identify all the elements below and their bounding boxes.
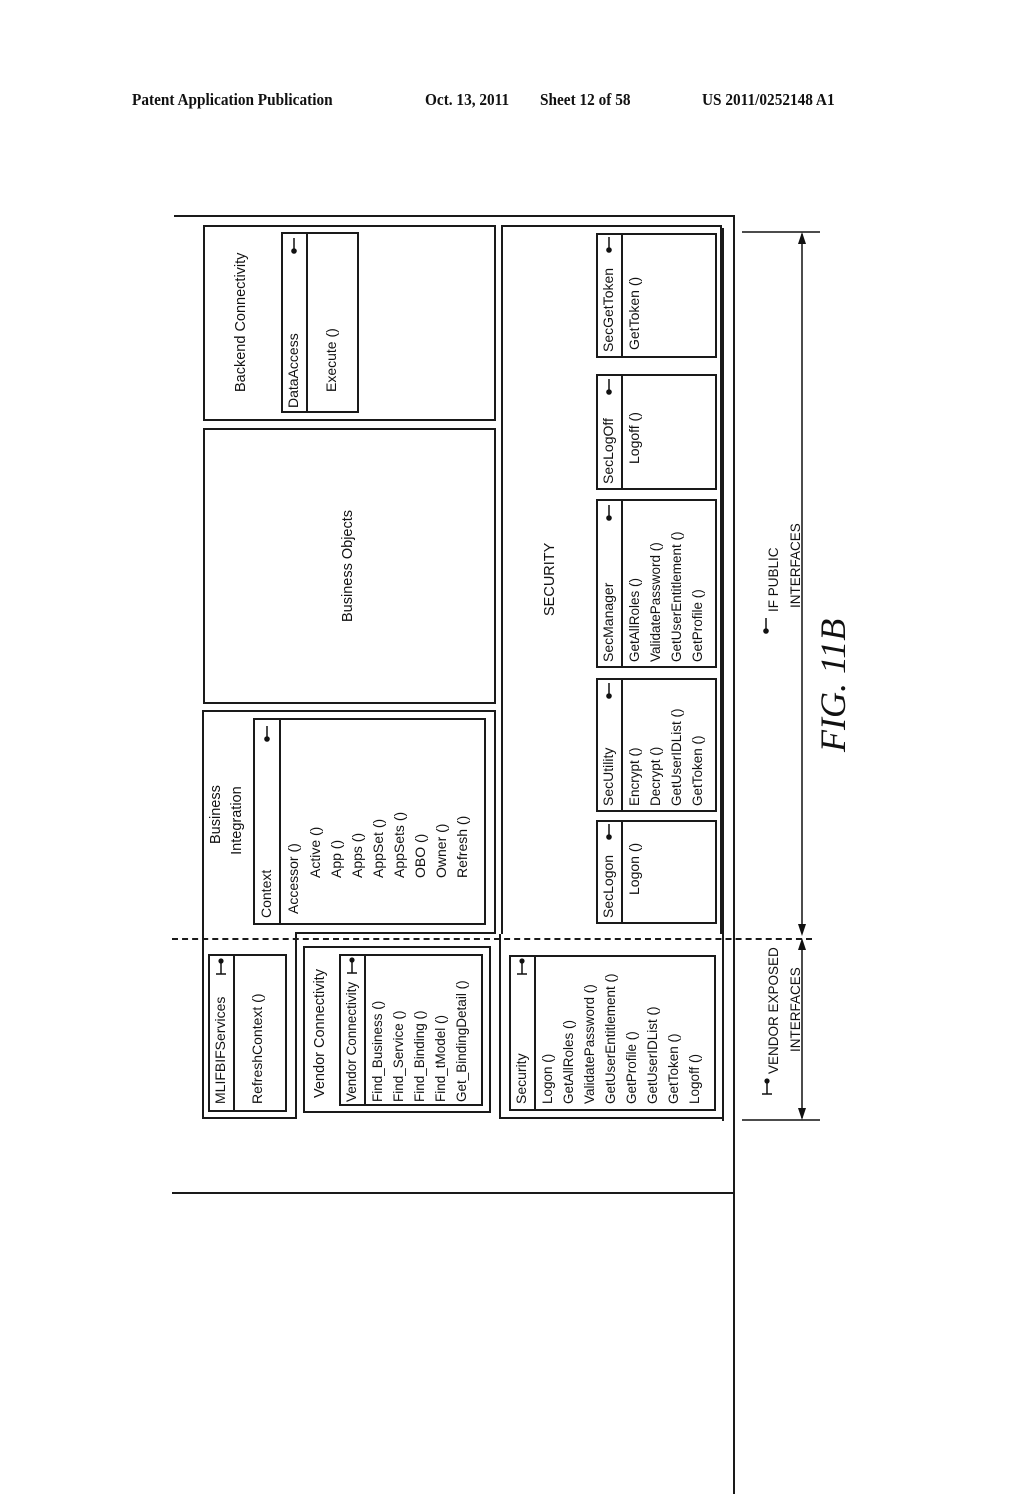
method-get-user-id-list-v: GetUserIDList () bbox=[645, 1006, 660, 1104]
method-logoff: Logoff () bbox=[626, 412, 642, 464]
method-find-business: Find_Business () bbox=[370, 1000, 385, 1102]
public-interface-icon bbox=[606, 683, 612, 699]
method-refresh: Refresh () bbox=[454, 815, 470, 878]
publication-label: Patent Application Publication bbox=[132, 90, 333, 109]
public-interface-icon bbox=[606, 237, 612, 253]
method-get-user-entitlement-v: GetUserEntitlement () bbox=[603, 973, 618, 1104]
public-interface-icon bbox=[264, 726, 270, 742]
method-appsets: AppSets () bbox=[391, 811, 407, 878]
vendor-interface-icon bbox=[216, 958, 226, 975]
figure-label: FIG. 11B bbox=[813, 618, 853, 752]
public-interface-legend-icon bbox=[763, 618, 769, 634]
class-name-sec-logon: SecLogon bbox=[600, 854, 616, 918]
public-interface-icon bbox=[606, 379, 612, 395]
method-appset: AppSet () bbox=[370, 818, 386, 878]
class-name-vendor-connectivity: Vendor Connectivity bbox=[344, 981, 359, 1102]
method-logoff-v: Logoff () bbox=[687, 1053, 702, 1104]
business-objects-title: Business Objects bbox=[340, 509, 356, 622]
patent-number: US 2011/0252148 A1 bbox=[702, 90, 835, 109]
class-name-mlifbif-services: MLIFBIFServices bbox=[212, 996, 228, 1104]
vendor-connectivity-title: Vendor Connectivity bbox=[312, 969, 328, 1098]
method-validate-password-v: ValidatePassword () bbox=[582, 984, 597, 1104]
public-interface-icon bbox=[606, 505, 612, 521]
class-name-sec-logoff: SecLogOff bbox=[600, 418, 616, 484]
public-interface-icon bbox=[291, 238, 297, 254]
arrow-down-icon bbox=[798, 924, 806, 936]
method-apps: Apps () bbox=[349, 832, 365, 878]
method-get-all-roles-v: GetAllRoles () bbox=[561, 1019, 576, 1104]
frame-top-line bbox=[174, 215, 735, 217]
method-owner: Owner () bbox=[433, 823, 449, 878]
method-get-user-id-list: GetUserIDList () bbox=[669, 708, 684, 806]
legend-public-interfaces: IF PUBLIC INTERFACES bbox=[766, 523, 803, 612]
method-get-token-v: GetToken () bbox=[666, 1033, 681, 1104]
method-refresh-context: RefreshContext () bbox=[249, 993, 265, 1104]
class-name-security: Security bbox=[513, 1053, 529, 1104]
class-name-data-access: DataAccess bbox=[285, 333, 301, 408]
class-name-sec-utility: SecUtility bbox=[600, 747, 616, 806]
method-get-profile-v: GetProfile () bbox=[624, 1031, 639, 1104]
method-execute: Execute () bbox=[323, 328, 339, 392]
method-decrypt: Decrypt () bbox=[648, 746, 663, 806]
method-get-token: GetToken () bbox=[690, 735, 705, 806]
vendor-interface-icon bbox=[517, 958, 527, 975]
arrow-down-icon bbox=[798, 1108, 806, 1120]
vendor-interface-legend-icon bbox=[762, 1078, 772, 1095]
interface-separator-dashed bbox=[172, 938, 812, 940]
method-logon-v: Logon () bbox=[540, 1053, 555, 1104]
method-find-tmodel: Find_tModel () bbox=[433, 1014, 448, 1102]
method-get-profile: GetProfile () bbox=[690, 589, 705, 662]
method-get-binding-detail: Get_BindingDetail () bbox=[454, 980, 469, 1102]
method-get-token-2: GetToken () bbox=[626, 276, 642, 350]
method-app: App () bbox=[328, 839, 344, 878]
method-find-binding: Find_Binding () bbox=[412, 1010, 427, 1102]
vendor-interface-icon bbox=[347, 957, 357, 974]
legend-vendor-exposed-interfaces: VENDOR EXPOSED INTERFACES bbox=[766, 947, 803, 1074]
class-name-sec-get-token: SecGetToken bbox=[600, 267, 616, 352]
backend-connectivity-title: Backend Connectivity bbox=[233, 252, 249, 392]
method-active: Active () bbox=[307, 826, 323, 878]
class-name-sec-manager: SecManager bbox=[600, 582, 616, 662]
method-encrypt: Encrypt () bbox=[627, 747, 642, 806]
frame-right-line-2 bbox=[733, 215, 735, 1194]
publication-date: Oct. 13, 2011 bbox=[425, 90, 510, 109]
method-find-service: Find_Service () bbox=[391, 1010, 406, 1102]
inner-right-line bbox=[722, 228, 724, 1121]
method-get-user-entitlement: GetUserEntitlement () bbox=[669, 531, 684, 662]
business-integration-title: Business Integration bbox=[208, 785, 245, 855]
method-accessor: Accessor () bbox=[285, 843, 301, 914]
class-name-context: Context bbox=[258, 869, 274, 918]
method-obo: OBO () bbox=[412, 833, 428, 878]
method-get-all-roles: GetAllRoles () bbox=[627, 577, 642, 662]
frame-bottom-line bbox=[172, 1192, 735, 1194]
method-logon: Logon () bbox=[626, 842, 642, 895]
arrow-up-icon bbox=[798, 232, 806, 244]
method-validate-password: ValidatePassword () bbox=[648, 542, 663, 662]
public-interface-icon bbox=[606, 824, 612, 840]
security-title: SECURITY bbox=[542, 542, 558, 616]
sheet-number: Sheet 12 of 58 bbox=[540, 90, 631, 109]
